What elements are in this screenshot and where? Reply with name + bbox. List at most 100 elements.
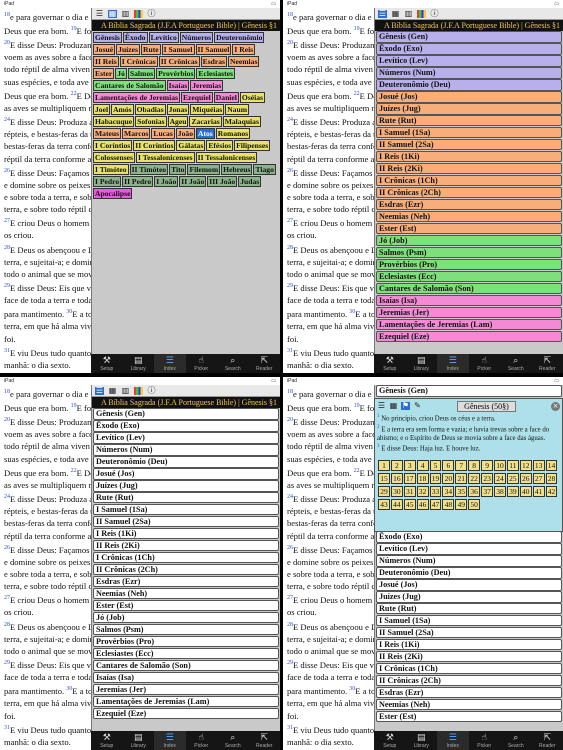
list-view-icon[interactable]: ☰: [95, 9, 104, 18]
list-view-icon[interactable]: ☰: [95, 386, 104, 395]
book-list-item[interactable]: Esdras (Ezr): [376, 686, 562, 699]
grid-view-icon[interactable]: ▦: [108, 9, 117, 18]
bookmark-icon[interactable]: ⚑: [401, 402, 410, 410]
chapter-button[interactable]: 22: [468, 473, 481, 485]
book-button[interactable]: Levítico: [148, 32, 179, 43]
book-list-item[interactable]: Juízes (Jug): [376, 590, 562, 603]
color-icon[interactable]: [134, 9, 143, 18]
book-list-item[interactable]: II Crônicas (2Ch): [376, 674, 562, 687]
book-button[interactable]: Zacarias: [189, 116, 222, 127]
book-list-item[interactable]: Rute (Rut): [376, 114, 562, 127]
book-button[interactable]: Êxodo: [122, 32, 148, 43]
chapter-button[interactable]: 3: [403, 460, 416, 472]
book-button[interactable]: Sofonias: [135, 116, 167, 127]
book-list-item[interactable]: Jó (Job): [93, 611, 279, 624]
chapter-button[interactable]: 24: [494, 473, 506, 485]
book-button[interactable]: Atos: [195, 128, 215, 139]
tab-setup[interactable]: ⚒ Setup: [91, 354, 123, 373]
chapter-button[interactable]: 9: [481, 460, 494, 472]
chapter-button[interactable]: 33: [429, 486, 442, 498]
chapter-button[interactable]: 13: [532, 460, 545, 472]
chapter-button[interactable]: 16: [390, 473, 403, 485]
book-list-item[interactable]: Números (Num): [93, 443, 279, 456]
book-list-item[interactable]: I Samuel (1Sa): [376, 126, 562, 139]
tab-setup[interactable]: ⚒ Setup: [374, 354, 406, 373]
book-button[interactable]: Cantares de Salomão: [93, 80, 166, 91]
book-button[interactable]: Obadias: [134, 104, 166, 115]
book-button[interactable]: Isaías: [166, 80, 190, 91]
book-list-item[interactable]: Ester (Est): [93, 599, 279, 612]
book-list-item[interactable]: Jeremias (Jer): [93, 683, 279, 696]
book-list-item[interactable]: Levítico (Lev): [376, 54, 562, 67]
book-button[interactable]: I Reis: [232, 44, 256, 55]
chapter-button[interactable]: 6: [442, 460, 455, 472]
book-button[interactable]: II Coríntios: [133, 140, 176, 151]
book-list-item[interactable]: Provérbios (Pro): [93, 635, 279, 648]
book-list-item[interactable]: II Reis (2Ki): [376, 162, 562, 175]
book-list-item[interactable]: Jeremias (Jer): [376, 306, 562, 319]
chapter-button[interactable]: 44: [390, 499, 403, 511]
book-list-item[interactable]: Esdras (Ezr): [376, 198, 562, 211]
book-list-item[interactable]: Eclesiastes (Ecc): [376, 270, 562, 283]
tab-index[interactable]: ☰ Index: [154, 354, 186, 373]
chapter-button[interactable]: 32: [416, 486, 429, 498]
book-list-item[interactable]: Lamentações de Jeremias (Lam): [93, 695, 279, 708]
book-button[interactable]: II Timóteo: [129, 164, 169, 175]
tab-picker[interactable]: ☝ Picker: [469, 354, 501, 373]
book-list-item[interactable]: Ester (Est): [376, 222, 562, 235]
book-list-item[interactable]: I Crônicas (1Ch): [93, 551, 279, 564]
color-icon[interactable]: [134, 386, 143, 395]
book-button[interactable]: II João: [179, 176, 207, 187]
tab-search[interactable]: ⌕ Search: [500, 354, 532, 373]
chapter-button[interactable]: 46: [416, 499, 429, 511]
book-list-item[interactable]: Deuteronômio (Deu): [376, 566, 562, 579]
chapter-button[interactable]: 10: [494, 460, 506, 472]
book-list-item[interactable]: II Samuel (2Sa): [376, 138, 562, 151]
book-list-item[interactable]: I Samuel (1Sa): [376, 614, 562, 627]
tab-picker[interactable]: ☝ Picker: [469, 731, 501, 750]
book-list-item[interactable]: Deuteronômio (Deu): [93, 455, 279, 468]
chapter-button[interactable]: 5: [429, 460, 442, 472]
chapter-button[interactable]: 18: [416, 473, 429, 485]
book-list-item[interactable]: Ester (Est): [376, 710, 562, 723]
book-list-item[interactable]: I Reis (1Ki): [376, 638, 562, 651]
chapter-button[interactable]: 11: [506, 460, 519, 472]
book-button[interactable]: I Timóteo: [93, 164, 129, 175]
chapter-button[interactable]: 4: [416, 460, 429, 472]
book-button[interactable]: Tito: [169, 164, 187, 175]
tab-search[interactable]: ⌕ Search: [500, 731, 532, 750]
chapter-button[interactable]: 21: [455, 473, 468, 485]
book-button[interactable]: Juízes: [116, 44, 140, 55]
book-list-item[interactable]: Neemias (Neh): [376, 210, 562, 223]
book-list-item[interactable]: Isaías (Isa): [93, 671, 279, 684]
note-icon[interactable]: ✎: [413, 402, 422, 410]
chapter-button[interactable]: 29: [378, 486, 390, 498]
chapter-button[interactable]: 28: [545, 473, 558, 485]
book-list-item[interactable]: Números (Num): [376, 554, 562, 567]
book-button[interactable]: Salmos: [127, 68, 156, 79]
book-list-item[interactable]: Êxodo (Exo): [93, 419, 279, 432]
grid-view-icon[interactable]: ▦: [108, 386, 117, 395]
chapter-button[interactable]: 39: [506, 486, 519, 498]
book-button[interactable]: Miquéias: [190, 104, 225, 115]
book-list-item[interactable]: Rute (Rut): [93, 491, 279, 504]
book-list-item[interactable]: Ezequiel (Eze): [93, 707, 279, 720]
book-button[interactable]: Filipenses: [234, 140, 271, 151]
book-list-item[interactable]: Neemias (Neh): [93, 587, 279, 600]
book-list-item[interactable]: Josué (Jos): [376, 90, 562, 103]
chapter-button[interactable]: 49: [455, 499, 468, 511]
tab-search[interactable]: ⌕ Search: [217, 354, 249, 373]
chapter-button[interactable]: 45: [403, 499, 416, 511]
chapter-button[interactable]: 17: [403, 473, 416, 485]
book-list-item[interactable]: Deuteronômio (Deu): [376, 78, 562, 91]
chapter-button[interactable]: 35: [455, 486, 468, 498]
tab-picker[interactable]: ☝ Picker: [186, 731, 218, 750]
book-button[interactable]: Deuteronômio: [214, 32, 265, 43]
book-button[interactable]: Habacuque: [93, 116, 135, 127]
tab-library[interactable]: ▤ Library: [123, 354, 155, 373]
book-button[interactable]: Amós: [111, 104, 134, 115]
chapter-button[interactable]: 47: [429, 499, 442, 511]
tab-reader[interactable]: ⇱ Reader: [249, 731, 281, 750]
book-button[interactable]: II Reis: [93, 56, 119, 67]
chapter-button[interactable]: 40: [519, 486, 532, 498]
